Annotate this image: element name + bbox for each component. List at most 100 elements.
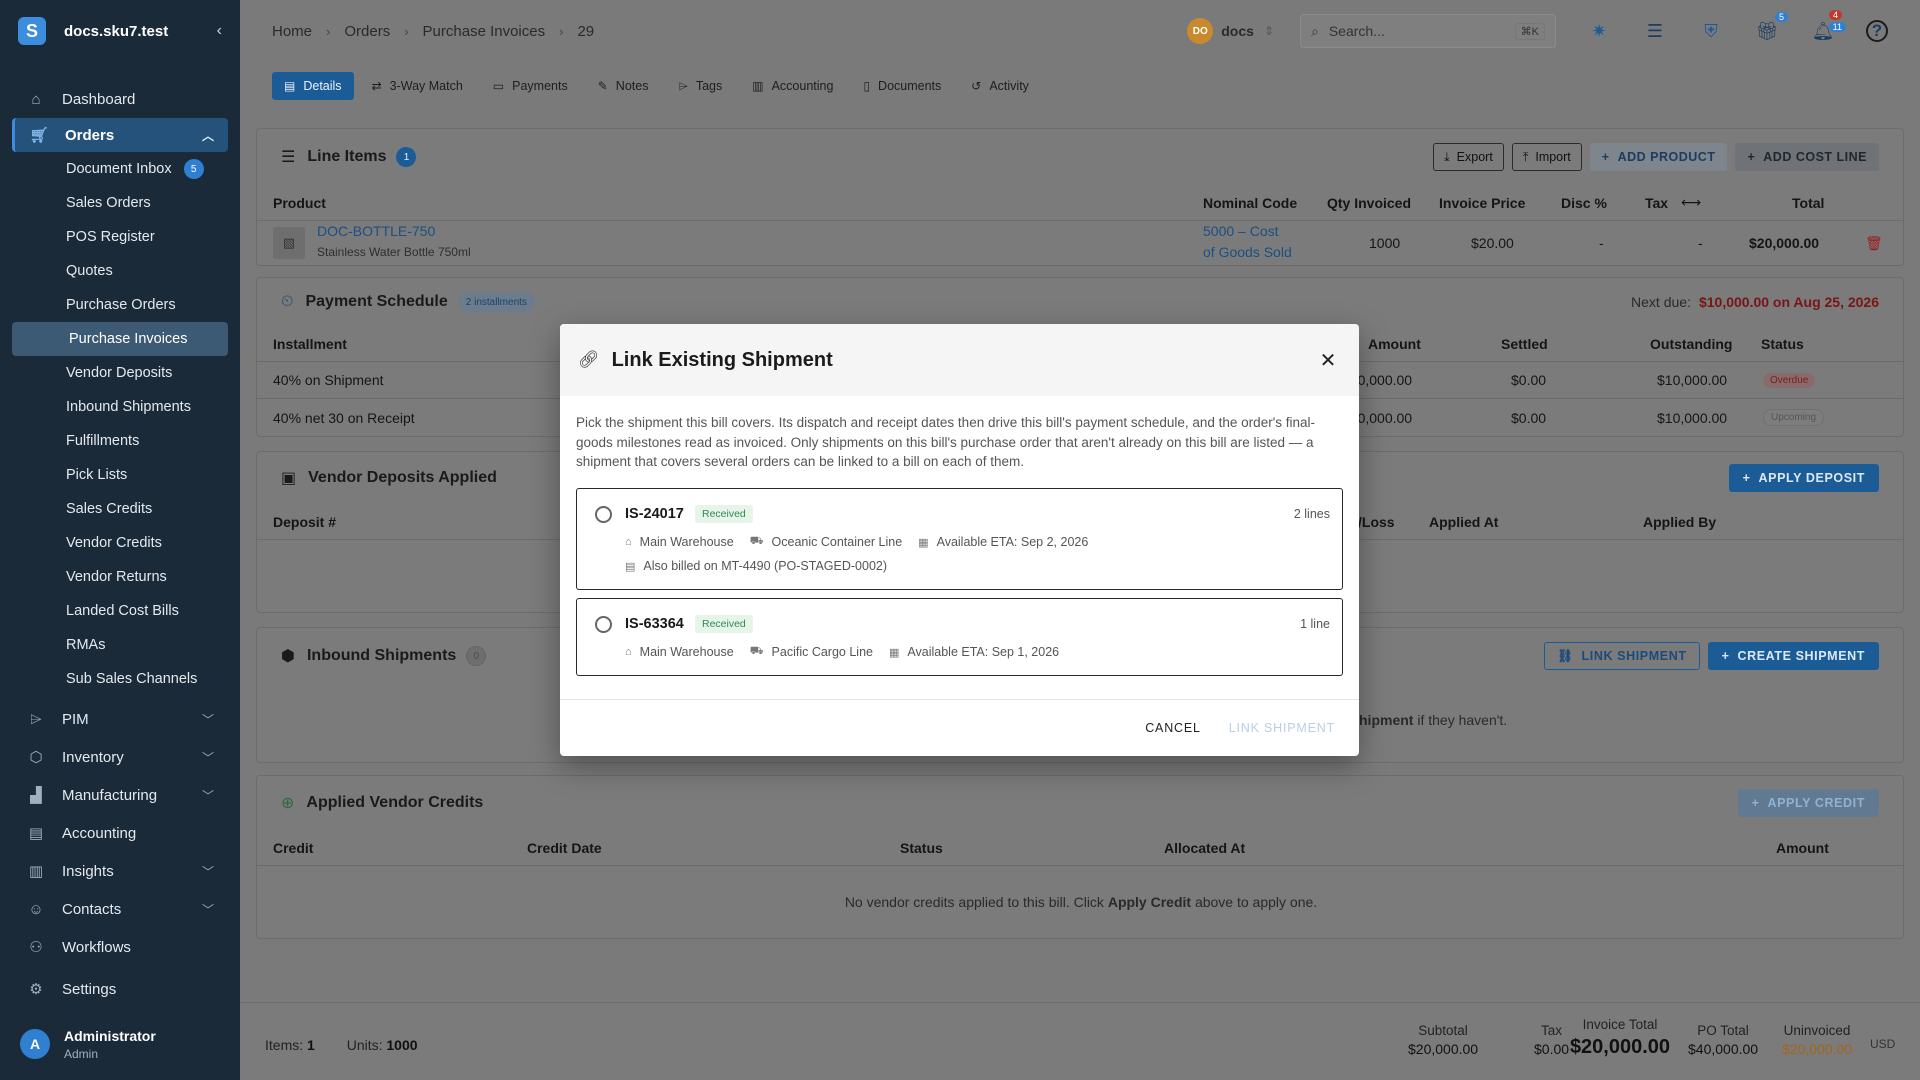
create-shipment-button[interactable]: + CREATE SHIPMENT xyxy=(1707,642,1879,670)
col-status: Status xyxy=(1761,335,1804,352)
breadcrumb-orders[interactable]: Orders xyxy=(344,23,390,40)
user-menu[interactable]: A Administrator Admin xyxy=(0,1008,240,1080)
qty-invoiced[interactable]: 1000 xyxy=(1369,235,1400,251)
tab-3-way-match[interactable]: ⇄ 3-Way Match xyxy=(360,72,475,100)
chevron-down-icon[interactable]: ﹀ xyxy=(202,901,214,918)
plus-icon: + xyxy=(1601,150,1610,164)
sidebar-item-label: Insights xyxy=(62,862,114,880)
tab-activity[interactable]: ↺ Activity xyxy=(959,72,1041,100)
sidebar-item-manufacturing[interactable]: ▟ Manufacturing ﹀ xyxy=(0,776,240,814)
help-icon[interactable]: ? xyxy=(1866,20,1888,42)
sidebar-item-document-inbox[interactable]: Document Inbox 5 xyxy=(0,152,240,186)
sidebar-item-settings[interactable]: ⚙ Settings xyxy=(0,970,240,1008)
collapse-sidebar-icon[interactable]: ‹ xyxy=(217,22,222,40)
tab-documents[interactable]: ▯ Documents xyxy=(851,72,953,100)
tax[interactable]: - xyxy=(1698,235,1703,251)
invoice-price[interactable]: $20.00 xyxy=(1471,235,1514,251)
nominal-code-link[interactable]: 5000 – Cost xyxy=(1203,223,1279,239)
button-label: Export xyxy=(1456,150,1493,164)
sidebar-item-sub-sales-channels[interactable]: Sub Sales Channels xyxy=(0,662,240,696)
tab-payments[interactable]: ▭ Payments xyxy=(481,72,580,100)
shipment-radio[interactable] xyxy=(595,616,612,633)
sidebar-item-contacts[interactable]: ☺ Contacts ﹀ xyxy=(0,890,240,928)
sidebar-item-sales-credits[interactable]: Sales Credits xyxy=(0,492,240,526)
also-billed-note: ▤ Also billed on MT-4490 (PO-STAGED-0002) xyxy=(625,559,887,573)
chevron-down-icon[interactable]: ﹀ xyxy=(202,711,214,728)
workspace-switcher[interactable]: DO docs ⇕ xyxy=(1187,18,1274,44)
chevron-down-icon[interactable]: ﹀ xyxy=(202,863,214,880)
delete-icon[interactable]: 🗑︎ xyxy=(1865,235,1883,252)
shipment-option[interactable]: IS-63364 Received 1 line ⌂ Main Warehouse… xyxy=(576,598,1343,676)
workspace-title: docs.sku7.test xyxy=(64,22,169,40)
sidebar-item-vendor-returns[interactable]: Vendor Returns xyxy=(0,560,240,594)
sidebar-item-orders[interactable]: 🛒︎ Orders ︿ xyxy=(12,118,228,152)
breadcrumb-current: 29 xyxy=(577,22,595,40)
sidebar-item-pos-register[interactable]: POS Register xyxy=(0,220,240,254)
sidebar-item-purchase-invoices[interactable]: Purchase Invoices xyxy=(12,322,228,356)
tab-label: Documents xyxy=(878,79,942,93)
export-button[interactable]: ⤓ Export xyxy=(1433,143,1504,171)
discount[interactable]: - xyxy=(1599,235,1604,251)
breadcrumb-purchase-invoices[interactable]: Purchase Invoices xyxy=(423,23,546,40)
document-icon: ▤ xyxy=(284,79,296,93)
tab-notes[interactable]: ✎ Notes xyxy=(586,72,661,100)
product-sku-link[interactable]: DOC-BOTTLE-750 xyxy=(317,223,435,239)
search-input[interactable]: ⌕ Search... ⌘K xyxy=(1300,14,1556,48)
tab-accounting[interactable]: ▥ Accounting xyxy=(740,72,845,100)
table-row[interactable]: ▧ DOC-BOTTLE-750 Stainless Water Bottle … xyxy=(257,221,1903,265)
bell-icon[interactable]: 🔔︎ 4 11 xyxy=(1810,10,1846,44)
notification-badge-blue: 11 xyxy=(1828,22,1846,32)
breadcrumb-home[interactable]: Home xyxy=(272,23,312,40)
sidebar-item-accounting[interactable]: ▤ Accounting xyxy=(0,814,240,852)
gear-icon: ⚙ xyxy=(29,981,43,998)
add-product-button[interactable]: + ADD PRODUCT xyxy=(1589,143,1728,171)
shipment-radio[interactable] xyxy=(595,506,612,523)
po-total-label: PO Total xyxy=(1697,1023,1749,1038)
shield-icon[interactable]: ⛨ xyxy=(1698,18,1724,44)
cancel-button[interactable]: CANCEL xyxy=(1145,721,1201,735)
add-cost-line-button[interactable]: + ADD COST LINE xyxy=(1735,143,1879,171)
sidebar-item-vendor-credits[interactable]: Vendor Credits xyxy=(0,526,240,560)
sidebar-item-quotes[interactable]: Quotes xyxy=(0,254,240,288)
sidebar-item-label: Fulfillments xyxy=(66,433,140,449)
sidebar-item-insights[interactable]: ▥ Insights ﹀ xyxy=(0,852,240,890)
empty-state-text: hipment if they haven't. xyxy=(1359,712,1507,728)
sidebar-item-inbound-shipments[interactable]: Inbound Shipments xyxy=(0,390,240,424)
chevron-down-icon[interactable]: ﹀ xyxy=(202,787,214,804)
sidebar-item-purchase-orders[interactable]: Purchase Orders xyxy=(0,288,240,322)
apply-deposit-button[interactable]: + APPLY DEPOSIT xyxy=(1728,464,1879,492)
invoice-total-value: $20,000.00 xyxy=(1569,1036,1671,1058)
sidebar-item-inventory[interactable]: ⬡ Inventory ﹀ xyxy=(0,738,240,776)
items-label: Items: xyxy=(265,1037,304,1053)
app-logo[interactable]: S xyxy=(18,17,46,45)
gift-icon[interactable]: 🎁︎ 5 xyxy=(1754,12,1788,44)
chevron-up-icon[interactable]: ︿ xyxy=(202,127,214,144)
sidebar-item-label: Vendor Deposits xyxy=(66,365,173,381)
sidebar-item-landed-cost-bills[interactable]: Landed Cost Bills xyxy=(0,594,240,628)
col-disc: Disc % xyxy=(1561,194,1607,211)
import-button[interactable]: ⤒ Import xyxy=(1511,143,1582,171)
sidebar-item-vendor-deposits[interactable]: Vendor Deposits xyxy=(0,356,240,390)
sidebar-item-dashboard[interactable]: ⌂ Dashboard xyxy=(0,80,240,118)
sidebar-item-fulfillments[interactable]: Fulfillments xyxy=(0,424,240,458)
link-shipment-confirm-button[interactable]: LINK SHIPMENT xyxy=(1229,721,1335,735)
tag-icon: ⌲ xyxy=(678,78,688,93)
tasks-icon[interactable]: ☰ xyxy=(1642,18,1668,44)
ai-sparkle-icon[interactable]: ✷ xyxy=(1586,18,1612,44)
chevron-down-icon[interactable]: ﹀ xyxy=(202,749,214,766)
currency-code: USD xyxy=(1870,1037,1896,1051)
calendar-icon: ▦ xyxy=(888,646,900,659)
sidebar-item-pick-lists[interactable]: Pick Lists xyxy=(0,458,240,492)
tab-tags[interactable]: ⌲ Tags xyxy=(666,72,734,100)
column-resize-icon[interactable]: ⟷ xyxy=(1681,194,1701,211)
sidebar-item-pim[interactable]: ⌲ PIM ﹀ xyxy=(0,700,240,738)
close-icon[interactable]: ✕ xyxy=(1315,348,1341,373)
apply-credit-button[interactable]: + APPLY CREDIT xyxy=(1737,789,1879,817)
sidebar-item-rmas[interactable]: RMAs xyxy=(0,628,240,662)
sidebar-item-sales-orders[interactable]: Sales Orders xyxy=(0,186,240,220)
link-shipment-button[interactable]: ⛓ LINK SHIPMENT xyxy=(1544,642,1700,670)
nominal-code-link-2[interactable]: of Goods Sold xyxy=(1203,244,1292,260)
tab-details[interactable]: ▤ Details xyxy=(272,72,354,100)
sidebar-item-workflows[interactable]: ⚇ Workflows xyxy=(0,928,240,966)
shipment-option[interactable]: IS-24017 Received 2 lines ⌂ Main Warehous… xyxy=(576,488,1343,590)
